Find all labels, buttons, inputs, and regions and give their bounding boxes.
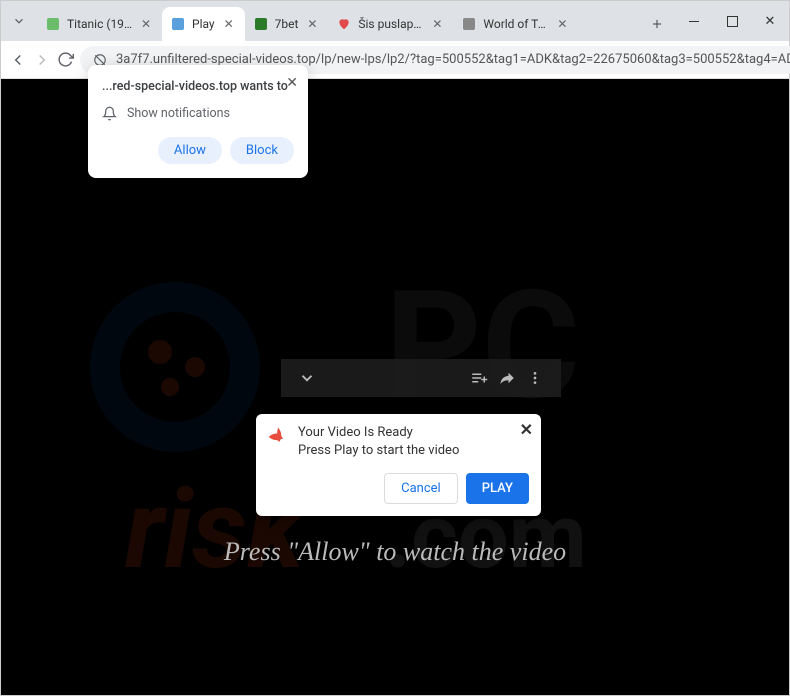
tab-strip: Titanic (1997) YIFY✕Play✕7bet✕Šis puslap…	[37, 1, 639, 41]
bell-icon	[102, 106, 117, 121]
titlebar: Titanic (1997) YIFY✕Play✕7bet✕Šis puslap…	[1, 1, 789, 41]
reload-button[interactable]	[57, 46, 74, 74]
svg-text:PC: PC	[385, 258, 580, 434]
tab-title: 7bet	[275, 17, 299, 31]
video-control-strip	[281, 359, 561, 397]
tab[interactable]: Play ✕	[162, 7, 245, 41]
share-icon[interactable]	[493, 364, 521, 392]
close-icon[interactable]: ✕	[429, 16, 445, 32]
favicon-icon	[336, 16, 352, 32]
tab[interactable]: Šis puslapis gali pa ✕	[328, 7, 453, 41]
close-icon[interactable]: ✕	[138, 16, 154, 32]
maximize-button[interactable]	[713, 1, 751, 41]
window-controls	[675, 1, 789, 41]
notification-permission-dialog: ✕ ...red-special-videos.top wants to Sho…	[88, 65, 308, 178]
new-tab-button[interactable]	[643, 10, 671, 38]
close-icon[interactable]: ✕	[286, 75, 298, 91]
forward-button[interactable]	[33, 46, 51, 74]
video-ready-dialog: ✕ Your Video Is Ready Press Play to star…	[256, 414, 541, 516]
tab[interactable]: 7bet ✕	[245, 7, 329, 41]
chevron-down-icon[interactable]	[293, 364, 321, 392]
rocket-icon	[268, 426, 288, 446]
permission-origin-text: ...red-special-videos.top wants to	[102, 79, 294, 94]
allow-prompt-text: Press "Allow" to watch the video	[1, 537, 789, 567]
tab-title: World of Tanks – n	[483, 17, 548, 31]
dialog-title: Your Video Is Ready	[298, 424, 459, 442]
close-icon[interactable]: ✕	[520, 420, 533, 439]
more-icon[interactable]	[521, 364, 549, 392]
tab[interactable]: World of Tanks – n ✕	[453, 7, 578, 41]
tab-title: Play	[192, 17, 215, 31]
favicon-icon	[253, 16, 269, 32]
window-close-button[interactable]	[751, 1, 789, 41]
dialog-text: Your Video Is Ready Press Play to start …	[298, 424, 459, 459]
permission-row: Show notifications	[102, 106, 294, 121]
favicon-icon	[45, 16, 61, 32]
close-icon[interactable]: ✕	[554, 16, 570, 32]
permission-label: Show notifications	[127, 106, 230, 121]
block-button[interactable]: Block	[230, 137, 294, 164]
play-button[interactable]: PLAY	[466, 473, 529, 504]
playlist-add-icon[interactable]	[465, 364, 493, 392]
cancel-button[interactable]: Cancel	[384, 473, 458, 504]
allow-button[interactable]: Allow	[158, 137, 222, 164]
minimize-button[interactable]	[675, 1, 713, 41]
tab-title: Šis puslapis gali pa	[358, 17, 423, 31]
back-button[interactable]	[9, 46, 27, 74]
tab[interactable]: Titanic (1997) YIFY ✕	[37, 7, 162, 41]
close-icon[interactable]: ✕	[221, 16, 237, 32]
tab-search-button[interactable]	[1, 1, 37, 41]
close-icon[interactable]: ✕	[304, 16, 320, 32]
dialog-subtitle: Press Play to start the video	[298, 442, 459, 460]
favicon-icon	[461, 16, 477, 32]
tab-title: Titanic (1997) YIFY	[67, 17, 132, 31]
favicon-icon	[170, 16, 186, 32]
